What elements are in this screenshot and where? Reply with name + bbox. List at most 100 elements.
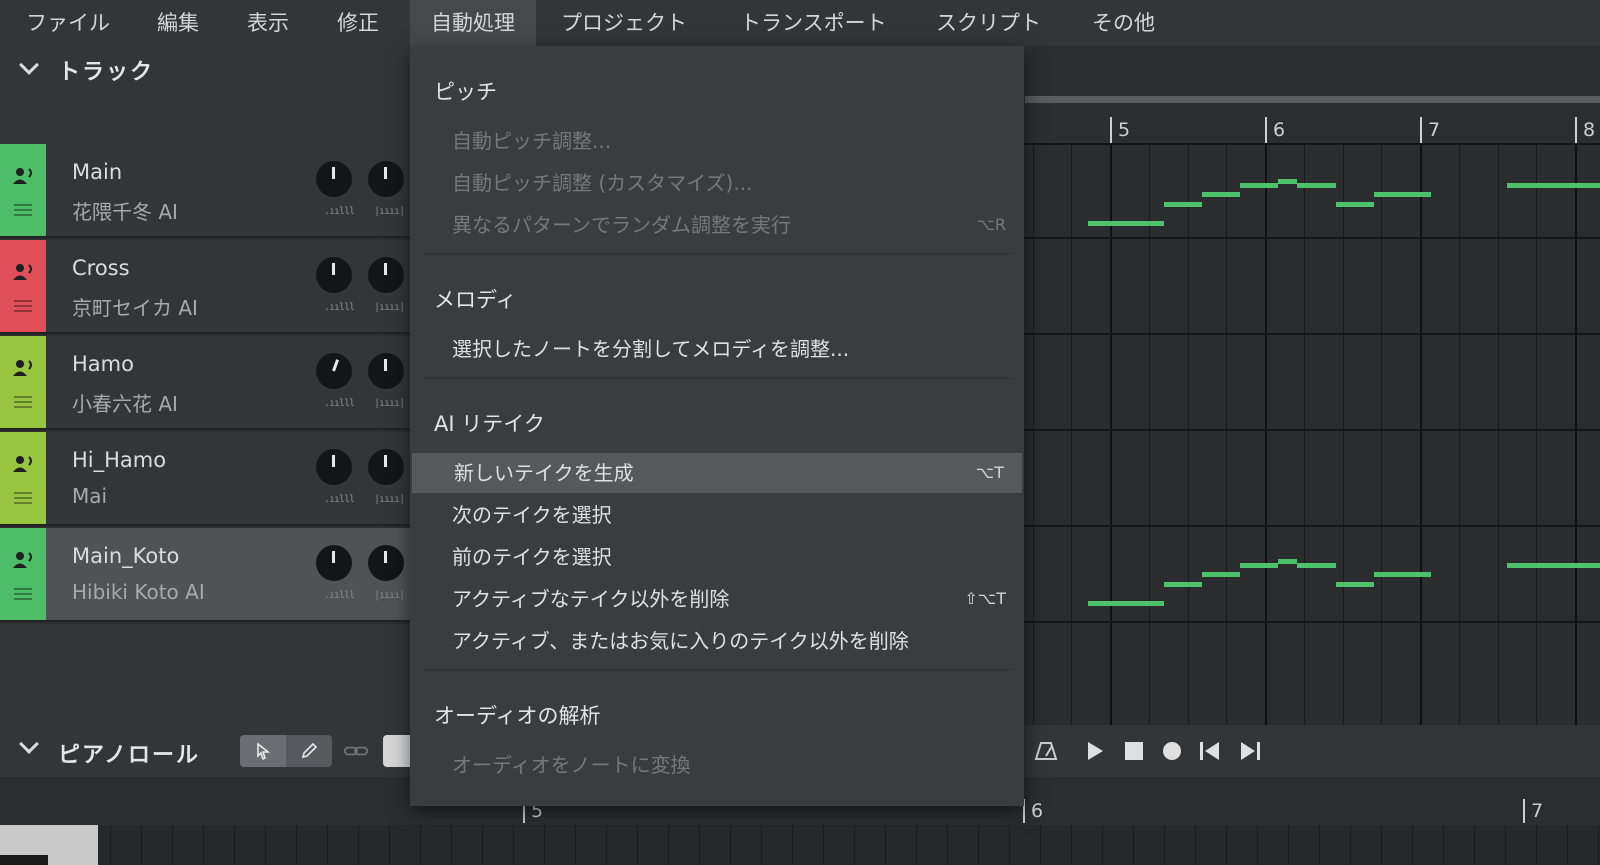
menu-script[interactable]: スクリプト bbox=[912, 0, 1065, 46]
note-clip[interactable] bbox=[1507, 563, 1600, 568]
next-take-item[interactable]: 次のテイクを選択 bbox=[410, 495, 1024, 535]
shortcut-label: ⇧⌥T bbox=[964, 589, 1006, 608]
horizontal-scrollbar[interactable] bbox=[1025, 96, 1600, 103]
note-clip[interactable] bbox=[1297, 183, 1336, 188]
shortcut-label: ⌥T bbox=[975, 463, 1004, 482]
track-row[interactable]: Hamo 小春六花 AI .ıılll |ıııı| bbox=[0, 336, 410, 430]
singer-icon[interactable] bbox=[13, 262, 35, 282]
previous-take-item[interactable]: 前のテイクを選択 bbox=[410, 537, 1024, 577]
note-clip[interactable] bbox=[1297, 563, 1336, 568]
stop-button[interactable] bbox=[1122, 739, 1146, 763]
auto-pitch-item[interactable]: 自動ピッチ調整... bbox=[410, 121, 1024, 161]
note-clip[interactable] bbox=[1164, 582, 1202, 587]
record-button[interactable] bbox=[1160, 739, 1184, 763]
note-clip[interactable] bbox=[1202, 192, 1240, 197]
piano-key[interactable] bbox=[0, 855, 48, 865]
play-button[interactable] bbox=[1083, 739, 1107, 763]
volume-knob[interactable] bbox=[316, 257, 352, 293]
chevron-down-icon[interactable] bbox=[19, 55, 39, 75]
track-color-strip[interactable] bbox=[0, 528, 46, 620]
drag-handle-icon[interactable] bbox=[14, 300, 32, 312]
note-clip[interactable] bbox=[1088, 221, 1164, 226]
menu-file[interactable]: ファイル bbox=[2, 0, 134, 46]
volume-knob[interactable] bbox=[316, 353, 352, 389]
beat-line bbox=[947, 825, 948, 865]
beat-line bbox=[637, 825, 638, 865]
note-clip[interactable] bbox=[1202, 572, 1240, 577]
pencil-tool-button[interactable] bbox=[286, 735, 332, 767]
generate-take-item[interactable]: 新しいテイクを生成 ⌥T bbox=[412, 453, 1022, 493]
volume-meter-icon: .ıılll bbox=[324, 590, 355, 601]
chevron-down-icon[interactable] bbox=[19, 734, 39, 754]
pan-knob[interactable] bbox=[368, 449, 404, 485]
metronome-button[interactable] bbox=[1034, 739, 1058, 763]
delete-non-favorite-takes-item[interactable]: アクティブ、またはお気に入りのテイク以外を削除 bbox=[410, 621, 1024, 661]
tool-button[interactable] bbox=[383, 735, 413, 767]
menu-modify[interactable]: 修正 bbox=[313, 0, 403, 46]
pan-knob[interactable] bbox=[368, 257, 404, 293]
beat-line bbox=[203, 825, 204, 865]
track-row[interactable]: Main 花隈千冬 AI .ıılll |ıııı| bbox=[0, 144, 410, 238]
select-tool-button[interactable] bbox=[240, 735, 286, 767]
audio-to-notes-item[interactable]: オーディオをノートに変換 bbox=[410, 745, 1024, 785]
track-row[interactable]: Cross 京町セイカ AI .ıılll |ıııı| bbox=[0, 240, 410, 334]
beat-line bbox=[1497, 143, 1499, 725]
pan-knob[interactable] bbox=[368, 161, 404, 197]
note-clip[interactable] bbox=[1336, 582, 1374, 587]
drag-handle-icon[interactable] bbox=[14, 204, 32, 216]
singer-icon[interactable] bbox=[13, 454, 35, 474]
delete-inactive-takes-item[interactable]: アクティブなテイク以外を削除 ⇧⌥T bbox=[410, 579, 1024, 619]
track-row[interactable]: Hi_Hamo Mai .ıılll |ıııı| bbox=[0, 432, 410, 526]
volume-knob[interactable] bbox=[316, 161, 352, 197]
menu-edit[interactable]: 編集 bbox=[133, 0, 223, 46]
drag-handle-icon[interactable] bbox=[14, 588, 32, 600]
note-clip[interactable] bbox=[1088, 601, 1164, 606]
menu-project[interactable]: プロジェクト bbox=[537, 0, 711, 46]
note-clip[interactable] bbox=[1240, 183, 1278, 188]
timeline-ruler[interactable]: 5 6 7 8 bbox=[1010, 103, 1600, 143]
track-color-strip[interactable] bbox=[0, 144, 46, 236]
note-clip[interactable] bbox=[1336, 202, 1374, 207]
beat-line bbox=[668, 825, 669, 865]
note-clip[interactable] bbox=[1507, 183, 1600, 188]
random-adjust-item[interactable]: 異なるパターンでランダム調整を実行 ⌥R bbox=[410, 205, 1024, 245]
singer-icon[interactable] bbox=[13, 358, 35, 378]
pan-knob[interactable] bbox=[368, 545, 404, 581]
menu-view[interactable]: 表示 bbox=[223, 0, 313, 46]
track-color-strip[interactable] bbox=[0, 240, 46, 332]
volume-knob[interactable] bbox=[316, 545, 352, 581]
menu-other[interactable]: その他 bbox=[1068, 0, 1179, 46]
singer-icon[interactable] bbox=[13, 166, 35, 186]
pan-knob[interactable] bbox=[368, 353, 404, 389]
beat-line bbox=[1071, 825, 1072, 865]
beat-line bbox=[451, 825, 452, 865]
note-clip[interactable] bbox=[1278, 179, 1297, 184]
link-tool-button[interactable] bbox=[344, 739, 368, 763]
track-color-strip[interactable] bbox=[0, 336, 46, 428]
piano-roll-grid[interactable] bbox=[0, 825, 1600, 865]
note-clip[interactable] bbox=[1240, 563, 1278, 568]
menu-transport[interactable]: トランスポート bbox=[716, 0, 911, 46]
volume-knob[interactable] bbox=[316, 449, 352, 485]
skip-forward-button[interactable] bbox=[1238, 739, 1262, 763]
track-row[interactable]: Main_Koto Hibiki Koto AI .ıılll |ıııı| bbox=[0, 528, 410, 622]
menu-separator bbox=[424, 377, 1010, 379]
note-clip[interactable] bbox=[1164, 202, 1202, 207]
note-clip[interactable] bbox=[1374, 572, 1431, 577]
beat-line bbox=[1148, 143, 1150, 725]
note-clip[interactable] bbox=[1374, 192, 1431, 197]
note-clip[interactable] bbox=[1278, 559, 1297, 564]
drag-handle-icon[interactable] bbox=[14, 396, 32, 408]
split-melody-item[interactable]: 選択したノートを分割してメロディを調整... bbox=[410, 329, 1024, 369]
drag-handle-icon[interactable] bbox=[14, 492, 32, 504]
bar-line bbox=[1265, 143, 1267, 725]
auto-pitch-custom-item[interactable]: 自動ピッチ調整 (カスタマイズ)... bbox=[410, 163, 1024, 203]
track-color-strip[interactable] bbox=[0, 432, 46, 524]
skip-back-button[interactable] bbox=[1198, 739, 1222, 763]
menu-item-label: 自動ピッチ調整... bbox=[452, 129, 612, 153]
arrangement-grid[interactable] bbox=[1010, 143, 1600, 725]
menu-auto-process[interactable]: 自動処理 bbox=[410, 0, 536, 46]
pan-meter-icon: |ıııı| bbox=[374, 302, 405, 313]
beat-line bbox=[389, 825, 390, 865]
singer-icon[interactable] bbox=[13, 550, 35, 570]
